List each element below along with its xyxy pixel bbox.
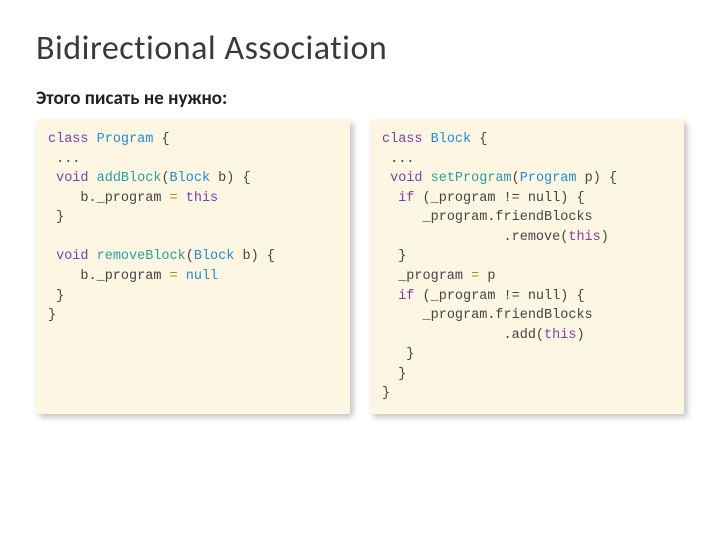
code-box-right: class Block { ... void setProgram(Progra…	[370, 120, 684, 414]
param-type: Block	[194, 249, 235, 264]
method-removeBlock: removeBlock	[97, 249, 186, 264]
kw-void: void	[390, 171, 422, 186]
method-setProgram: setProgram	[431, 171, 512, 186]
expr: .remove(	[504, 230, 569, 245]
param-name: p	[585, 171, 593, 186]
method-addBlock: addBlock	[97, 171, 162, 186]
expr: _program.friendBlocks	[423, 308, 593, 323]
code-box-left: class Program { ... void addBlock(Block …	[36, 120, 350, 414]
param-name: b	[218, 171, 226, 186]
dots: ...	[390, 152, 414, 167]
slide: Bidirectional Association Этого писать н…	[0, 0, 720, 540]
kw-class: class	[382, 132, 423, 147]
op-eq: =	[170, 269, 178, 284]
param-type: Block	[170, 171, 211, 186]
subtitle: Этого писать не нужно:	[36, 87, 684, 110]
kw-this: this	[568, 230, 600, 245]
lhs: _program	[398, 269, 463, 284]
kw-this: this	[186, 191, 218, 206]
expr-end: )	[576, 328, 584, 343]
kw-if: if	[398, 289, 414, 304]
kw-null: null	[186, 269, 218, 284]
param-type: Program	[520, 171, 577, 186]
kw-if: if	[398, 191, 414, 206]
class-name: Program	[97, 132, 154, 147]
class-name: Block	[431, 132, 472, 147]
kw-void: void	[56, 171, 88, 186]
expr: _program.friendBlocks	[423, 210, 593, 225]
page-title: Bidirectional Association	[36, 28, 684, 69]
lhs: b._program	[80, 269, 161, 284]
op-eq: =	[471, 269, 479, 284]
code-row: class Program { ... void addBlock(Block …	[36, 120, 684, 414]
kw-this: this	[544, 328, 576, 343]
cond: (_program != null)	[423, 289, 569, 304]
dots: ...	[56, 152, 80, 167]
rhs: p	[487, 269, 495, 284]
kw-void: void	[56, 249, 88, 264]
kw-class: class	[48, 132, 89, 147]
expr: .add(	[504, 328, 545, 343]
param-name: b	[242, 249, 250, 264]
op-eq: =	[170, 191, 178, 206]
cond: (_program != null)	[423, 191, 569, 206]
expr-end: )	[601, 230, 609, 245]
lhs: b._program	[80, 191, 161, 206]
